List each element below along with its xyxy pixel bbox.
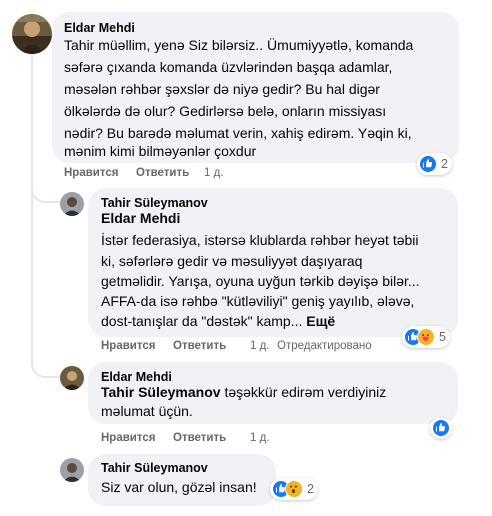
avatar[interactable] (60, 192, 84, 216)
wow-reaction-icon (285, 480, 303, 498)
reaction-count: 2 (441, 157, 448, 171)
like-reaction-icon (432, 419, 450, 437)
comment-text-line: səfərə çıxanda komanda üzvlərindən başqa… (64, 59, 393, 75)
avatar[interactable] (60, 458, 84, 482)
comment-actions: Нравится Ответить 1 д. (64, 167, 264, 181)
comment-text-line-part: dost-tanışlar da "dəstək" kamp... (101, 313, 303, 329)
like-button[interactable]: Нравится (64, 167, 118, 179)
comment-text-line: getməlidir. Yarışa, oyuna uyğun tərkib d… (101, 273, 420, 289)
reaction-summary[interactable]: 5 (402, 326, 450, 348)
see-more-link[interactable]: Ещё (306, 313, 335, 329)
edited-label: Отредактировано (277, 340, 372, 352)
reaction-summary[interactable]: 2 (417, 153, 452, 175)
comment-text-line: Tahir müəllim, yenə Siz bilərsiz.. Ümumi… (64, 37, 414, 53)
thread-connector (31, 170, 61, 203)
care-reaction-icon (417, 328, 435, 346)
thread-connector (31, 345, 61, 378)
comment-text-line: AFFA-da isə rəhbə "kütləviliyi" geniş ya… (101, 293, 415, 309)
comment-author[interactable]: Tahir Süleymanov (101, 461, 208, 475)
reaction-summary[interactable]: 2 (270, 478, 318, 500)
reaction-count: 5 (439, 330, 446, 344)
profile-photo-icon (60, 192, 84, 216)
comment-text-line: Siz var olun, gözəl insan! (101, 479, 257, 495)
like-button[interactable]: Нравится (101, 340, 155, 352)
reaction-count: 2 (307, 482, 314, 496)
timestamp[interactable]: 1 д. (250, 340, 270, 352)
comment-text-line: İstər federasiya, istərsə klublarda rəhb… (101, 232, 419, 248)
reply-button[interactable]: Ответить (136, 167, 189, 179)
reply-button[interactable]: Ответить (173, 432, 226, 444)
reaction-summary[interactable] (430, 417, 452, 439)
comment-text-line: mənim kimi bilməyənlər çoxdur (64, 143, 257, 159)
comment-actions: Нравится Ответить 1 д. (101, 432, 301, 446)
profile-photo-icon (60, 458, 84, 482)
mention-link[interactable]: Eldar Mehdi (101, 210, 180, 226)
comment-text-line-part: təşəkkür edirəm verdiyiniz (220, 384, 387, 400)
reply-button[interactable]: Ответить (173, 340, 226, 352)
comment-actions: Нравится Ответить 1 д. Отредактировано (101, 340, 401, 354)
profile-photo-icon (60, 366, 84, 390)
profile-photo-icon (12, 14, 52, 54)
comment-text-line: ölkələrdə də olur? Gedirlərsə belə, onla… (64, 103, 387, 119)
comment-author[interactable]: Tahir Süleymanov (101, 196, 208, 210)
thread-line (31, 48, 33, 363)
avatar[interactable] (12, 14, 52, 54)
timestamp[interactable]: 1 д. (250, 432, 270, 444)
avatar[interactable] (60, 366, 84, 390)
comment-text-line: məsələn rəhbər şəxslər də niyə gedir? Bu… (64, 81, 380, 97)
comment-author[interactable]: Eldar Mehdi (64, 21, 135, 35)
like-button[interactable]: Нравится (101, 432, 155, 444)
comment-text-line: məlumat üçün. (101, 403, 193, 419)
mention-link[interactable]: Tahir Süleymanov (101, 384, 221, 400)
comment-text-line: ki, səfərlərə gedir və məsuliyyət daşıya… (101, 253, 363, 269)
comment-text-line: dost-tanışlar da "dəstək" kamp... Ещё (101, 310, 335, 332)
timestamp[interactable]: 1 д. (204, 167, 224, 179)
like-reaction-icon (419, 155, 437, 173)
